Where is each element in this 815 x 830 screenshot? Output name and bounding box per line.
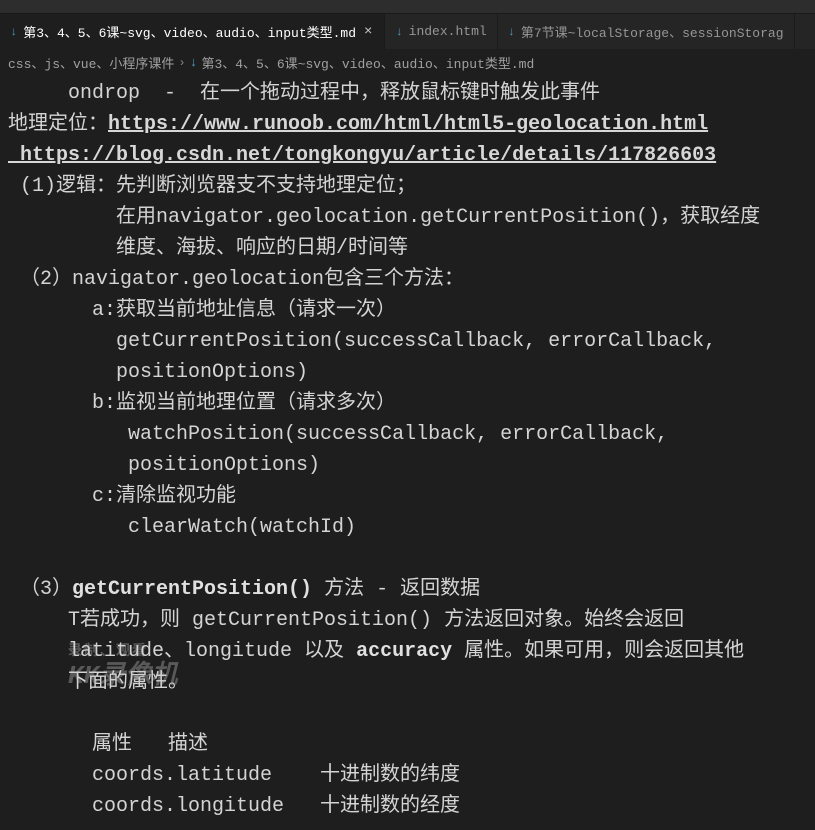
- text: 维度、海拔、响应的日期/时间等: [8, 233, 807, 264]
- code: navigator.geolocation: [72, 268, 324, 291]
- code: clearWatch(watchId): [8, 512, 807, 543]
- text: a:获取当前地址信息（请求一次）: [8, 295, 807, 326]
- code: positionOptions): [8, 357, 807, 388]
- text: 属性。如果可用，则会返回其他: [452, 640, 744, 663]
- code: positionOptions): [8, 450, 807, 481]
- text: 地理定位：: [8, 113, 108, 136]
- tab-file-1[interactable]: ↓ 第3、4、5、6课~svg、video、audio、input类型.md ×: [0, 14, 385, 49]
- code: watchPosition(successCallback, errorCall…: [8, 419, 807, 450]
- arrow-down-icon: ↓: [10, 25, 17, 39]
- text: 以及: [292, 640, 356, 663]
- text: c:清除监视功能: [8, 481, 807, 512]
- breadcrumb-segment[interactable]: 第3、4、5、6课~svg、video、audio、input类型.md: [201, 53, 534, 72]
- text: 在一个拖动过程中，释放鼠标键时触发此事件: [200, 82, 600, 105]
- tab-label: 第3、4、5、6课~svg、video、audio、input类型.md: [23, 22, 356, 41]
- text: 在用: [8, 206, 156, 229]
- tab-file-2[interactable]: ↓ index.html: [385, 14, 497, 49]
- tab-label: index.html: [409, 24, 487, 39]
- arrow-down-icon: ↓: [190, 55, 198, 70]
- text: coords.longitude 十进制数的经度: [8, 791, 807, 822]
- tab-label: 第7节课~localStorage、sessionStorag: [521, 22, 784, 41]
- breadcrumb: css、js、vue、小程序课件 › ↓ 第3、4、5、6课~svg、video…: [0, 49, 815, 76]
- text: 包含三个方法：: [324, 268, 464, 291]
- code: getCurrentPosition(): [72, 578, 312, 601]
- editor-content[interactable]: ondrop - 在一个拖动过程中，释放鼠标键时触发此事件 地理定位：https…: [0, 76, 815, 830]
- title-bar: [0, 0, 815, 14]
- code: accuracy: [356, 640, 452, 663]
- breadcrumb-segment[interactable]: css、js、vue、小程序课件: [8, 53, 174, 72]
- link-csdn[interactable]: https://blog.csdn.net/tongkongyu/article…: [8, 144, 716, 167]
- text: 方法 - 返回数据: [312, 578, 480, 601]
- text: ondrop -: [8, 82, 200, 105]
- arrow-down-icon: ↓: [508, 25, 515, 39]
- text: 属性 描述: [8, 729, 807, 760]
- code: latitude、longitude: [8, 640, 292, 663]
- blank: [8, 698, 807, 729]
- code: getCurrentPosition(): [192, 609, 432, 632]
- chevron-right-icon: ›: [178, 56, 185, 70]
- tab-file-3[interactable]: ↓ 第7节课~localStorage、sessionStorag: [498, 14, 795, 49]
- text: （2）: [8, 268, 72, 291]
- text: (1)逻辑：先判断浏览器支不支持地理定位；: [8, 171, 807, 202]
- close-icon[interactable]: ×: [362, 24, 374, 40]
- blank: [8, 543, 807, 574]
- code: getCurrentPosition(successCallback, erro…: [8, 326, 807, 357]
- text: 下面的属性。: [8, 667, 807, 698]
- text: ，获取经度: [660, 206, 760, 229]
- text: b:监视当前地理位置（请求多次）: [8, 388, 807, 419]
- code: navigator.geolocation.getCurrentPosition…: [156, 206, 660, 229]
- text: （3）: [8, 578, 72, 601]
- arrow-down-icon: ↓: [395, 25, 402, 39]
- tabs-row: ↓ 第3、4、5、6课~svg、video、audio、input类型.md ×…: [0, 14, 815, 49]
- text: coords.latitude 十进制数的纬度: [8, 760, 807, 791]
- text: 方法返回对象。始终会返回: [432, 609, 684, 632]
- link-runoob[interactable]: https://www.runoob.com/html/html5-geoloc…: [108, 113, 708, 136]
- text: T若成功，则: [8, 609, 192, 632]
